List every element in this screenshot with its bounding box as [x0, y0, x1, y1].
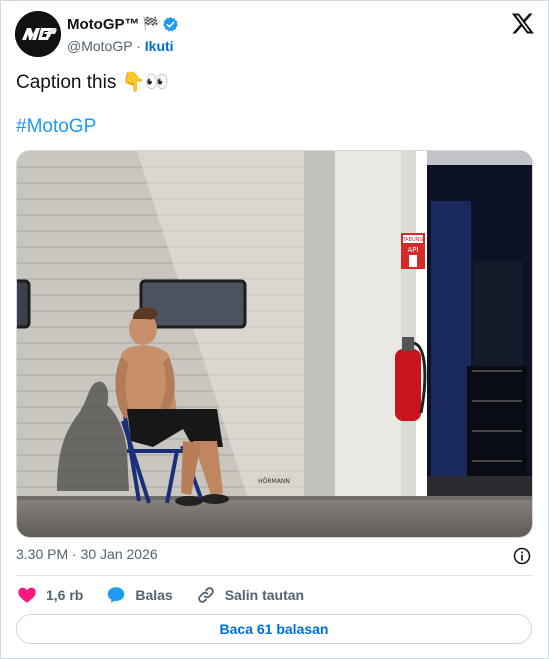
tweet-header: MotoGP™ 🏁 @MotoGP · Ikuti	[15, 11, 535, 59]
door-brand-text: HÖRMANN	[258, 478, 290, 485]
reply-bubble-icon	[108, 587, 125, 603]
author-handle[interactable]: @MotoGP	[67, 38, 132, 54]
like-button[interactable]: 1,6 rb	[16, 584, 83, 606]
avatar[interactable]	[15, 11, 61, 57]
sign-text-bottom: API	[407, 246, 418, 254]
like-count: 1,6 rb	[46, 587, 84, 603]
link-icon	[197, 587, 214, 603]
pointing-down-eyes-icon: 👇👀	[121, 71, 169, 93]
read-replies-button[interactable]: Baca 61 balasan	[16, 614, 532, 644]
divider	[16, 575, 533, 576]
tweet-text: Caption this 👇👀	[16, 69, 169, 96]
copy-link-label: Salin tautan	[224, 587, 305, 603]
author-name[interactable]: MotoGP™	[67, 16, 140, 33]
sign-text-top: TABUNG	[402, 237, 424, 243]
verified-badge-icon	[162, 17, 178, 32]
separator: ·	[136, 38, 141, 54]
checkered-flag-icon: 🏁	[142, 17, 159, 32]
tweet-text-body: Caption this	[16, 72, 117, 93]
reply-label: Balas	[135, 587, 173, 603]
copy-link-button[interactable]: Salin tautan	[195, 584, 304, 606]
tweet-timestamp[interactable]: 3.30 PM · 30 Jan 2026	[16, 546, 158, 562]
follow-link[interactable]: Ikuti	[145, 38, 174, 54]
reply-button[interactable]: Balas	[105, 584, 173, 606]
heart-icon	[18, 587, 36, 603]
author-handle-row: @MotoGP · Ikuti	[67, 38, 174, 54]
action-bar: 1,6 rb Balas Salin tautan	[16, 583, 326, 607]
info-icon[interactable]	[512, 546, 532, 566]
hashtag-link[interactable]: #MotoGP	[16, 116, 96, 138]
photo-illustration: TABUNG API HÖRMANN	[17, 151, 532, 537]
tweet-card: MotoGP™ 🏁 @MotoGP · Ikuti Caption this 👇…	[0, 0, 549, 659]
tweet-photo[interactable]: TABUNG API HÖRMANN	[16, 150, 533, 538]
x-logo-icon[interactable]	[511, 11, 535, 35]
author-name-row[interactable]: MotoGP™ 🏁	[67, 16, 179, 33]
